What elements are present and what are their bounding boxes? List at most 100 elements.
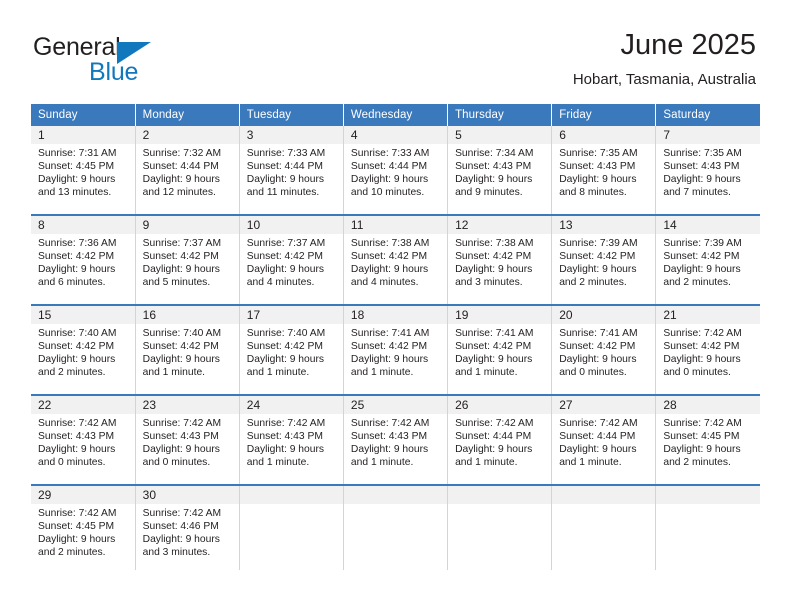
day-number: 5 [448,126,552,144]
daylight-text-line2: and 0 minutes. [559,366,627,378]
day-details: Sunrise: 7:40 AM Sunset: 4:42 PM Daylight:… [136,324,239,380]
sunrise-text: Sunrise: 7:42 AM [38,418,117,429]
day-cell[interactable]: 20 Sunrise: 7:41 AM Sunset: 4:42 PM Dayligh… [551,305,657,396]
day-cell[interactable]: 6 Sunrise: 7:35 AM Sunset: 4:43 PM Daylight… [551,126,657,216]
sunrise-text: Sunrise: 7:42 AM [350,418,430,429]
daylight-text-line1: Daylight: 9 hours [246,443,325,455]
daylight-text-line1: Daylight: 9 hours [559,173,637,185]
day-details: Sunrise: 7:39 AM Sunset: 4:42 PM Daylight:… [552,234,655,290]
sunrise-text: Sunrise: 7:40 AM [246,328,326,339]
sunset-text: Sunset: 4:42 PM [455,340,532,352]
day-cell[interactable]: 28 Sunrise: 7:42 AM Sunset: 4:45 PM Dayligh… [655,395,760,486]
day-number: 30 [135,486,239,504]
week-row: 1 Sunrise: 7:31 AM Sunset: 4:45 PM Daylight… [31,126,760,216]
day-details: Sunrise: 7:33 AM Sunset: 4:44 PM Daylight:… [240,144,343,200]
day-cell[interactable]: 23 Sunrise: 7:42 AM Sunset: 4:43 PM Dayligh… [135,395,240,486]
sunrise-text: Sunrise: 7:34 AM [455,148,534,159]
week-row: 8 Sunrise: 7:36 AM Sunset: 4:42 PM Daylight… [31,215,760,306]
day-cell[interactable]: 11 Sunrise: 7:38 AM Sunset: 4:42 PM Dayligh… [343,215,449,306]
day-cell[interactable]: 30 Sunrise: 7:42 AM Sunset: 4:46 PM Dayligh… [135,485,240,570]
day-cell[interactable]: 1 Sunrise: 7:31 AM Sunset: 4:45 PM Daylight… [31,126,136,216]
day-cell[interactable]: 24 Sunrise: 7:42 AM Sunset: 4:43 PM Dayligh… [239,395,344,486]
day-details [656,504,760,508]
day-details: Sunrise: 7:39 AM Sunset: 4:42 PM Daylight:… [656,234,760,290]
day-details: Sunrise: 7:38 AM Sunset: 4:42 PM Daylight:… [344,234,447,290]
day-number: 16 [135,306,239,324]
sunrise-text: Sunrise: 7:42 AM [246,418,326,429]
daylight-text-line2: and 4 minutes. [246,276,315,288]
sunset-text: Sunset: 4:45 PM [663,430,740,442]
day-cell[interactable]: 14 Sunrise: 7:39 AM Sunset: 4:42 PM Dayligh… [655,215,760,306]
calendar-page: General Blue June 2025 Hobart, Tasmania,… [0,0,792,612]
day-cell[interactable]: 7 Sunrise: 7:35 AM Sunset: 4:43 PM Daylight… [655,126,760,216]
day-details: Sunrise: 7:42 AM Sunset: 4:45 PM Daylight:… [31,504,135,560]
day-details: Sunrise: 7:35 AM Sunset: 4:43 PM Daylight:… [552,144,655,200]
sunrise-text: Sunrise: 7:41 AM [559,328,638,339]
day-cell[interactable]: 26 Sunrise: 7:42 AM Sunset: 4:44 PM Dayligh… [447,395,553,486]
daylight-text-line2: and 2 minutes. [38,546,106,558]
day-details: Sunrise: 7:37 AM Sunset: 4:42 PM Daylight:… [240,234,343,290]
day-cell[interactable]: 12 Sunrise: 7:38 AM Sunset: 4:42 PM Dayligh… [447,215,553,306]
day-number: 25 [343,396,448,414]
day-details: Sunrise: 7:37 AM Sunset: 4:42 PM Daylight:… [136,234,239,290]
day-number: 2 [135,126,239,144]
day-number [343,486,448,504]
daylight-text-line1: Daylight: 9 hours [455,443,533,455]
daylight-text-line1: Daylight: 9 hours [350,263,429,275]
sunset-text: Sunset: 4:43 PM [559,160,636,172]
day-details: Sunrise: 7:32 AM Sunset: 4:44 PM Daylight:… [136,144,239,200]
day-cell[interactable]: 5 Sunrise: 7:34 AM Sunset: 4:43 PM Daylight… [447,126,553,216]
daylight-text-line1: Daylight: 9 hours [38,533,116,545]
day-cell[interactable]: 15 Sunrise: 7:40 AM Sunset: 4:42 PM Dayligh… [31,305,136,396]
day-details: Sunrise: 7:42 AM Sunset: 4:44 PM Daylight:… [448,414,551,470]
day-details: Sunrise: 7:41 AM Sunset: 4:42 PM Daylight:… [552,324,655,380]
sunset-text: Sunset: 4:44 PM [246,160,323,172]
daylight-text-line1: Daylight: 9 hours [142,353,220,365]
daylight-text-line1: Daylight: 9 hours [246,263,325,275]
day-cell[interactable]: 29 Sunrise: 7:42 AM Sunset: 4:45 PM Dayligh… [31,485,136,570]
page-subtitle: Hobart, Tasmania, Australia [572,71,756,88]
day-details: Sunrise: 7:38 AM Sunset: 4:42 PM Daylight:… [448,234,551,290]
day-number: 6 [552,126,656,144]
daylight-text-line1: Daylight: 9 hours [38,353,116,365]
sunrise-text: Sunrise: 7:42 AM [663,328,742,339]
day-cell[interactable]: 9 Sunrise: 7:37 AM Sunset: 4:42 PM Daylight… [135,215,240,306]
day-cell[interactable]: 17 Sunrise: 7:40 AM Sunset: 4:42 PM Dayligh… [239,305,344,396]
day-cell[interactable]: 3 Sunrise: 7:33 AM Sunset: 4:44 PM Daylight… [239,126,344,216]
day-details [448,504,551,508]
sunset-text: Sunset: 4:42 PM [246,250,323,262]
day-cell[interactable]: 18 Sunrise: 7:41 AM Sunset: 4:42 PM Dayligh… [343,305,449,396]
daylight-text-line2: and 7 minutes. [663,186,731,198]
daylight-text-line2: and 2 minutes. [38,366,106,378]
day-cell[interactable]: 10 Sunrise: 7:37 AM Sunset: 4:42 PM Dayligh… [239,215,344,306]
day-number: 22 [31,396,135,414]
daylight-text-line2: and 2 minutes. [663,276,731,288]
daylight-text-line2: and 1 minute. [246,366,310,378]
day-cell[interactable]: 21 Sunrise: 7:42 AM Sunset: 4:42 PM Dayligh… [655,305,760,396]
sunrise-text: Sunrise: 7:37 AM [246,238,326,249]
daylight-text-line2: and 12 minutes. [142,186,216,198]
sunrise-text: Sunrise: 7:42 AM [559,418,638,429]
day-cell[interactable]: 19 Sunrise: 7:41 AM Sunset: 4:42 PM Dayligh… [447,305,553,396]
day-cell-empty [343,485,449,570]
sunrise-text: Sunrise: 7:35 AM [663,148,742,159]
daylight-text-line2: and 2 minutes. [559,276,627,288]
daylight-text-line1: Daylight: 9 hours [142,443,220,455]
day-cell[interactable]: 8 Sunrise: 7:36 AM Sunset: 4:42 PM Daylight… [31,215,136,306]
day-cell[interactable]: 4 Sunrise: 7:33 AM Sunset: 4:44 PM Daylight… [343,126,449,216]
sunrise-text: Sunrise: 7:42 AM [142,508,222,519]
day-cell[interactable]: 2 Sunrise: 7:32 AM Sunset: 4:44 PM Daylight… [135,126,240,216]
day-cell-empty [447,485,553,570]
day-cell[interactable]: 22 Sunrise: 7:42 AM Sunset: 4:43 PM Dayligh… [31,395,136,486]
sunrise-text: Sunrise: 7:42 AM [455,418,534,429]
day-number: 20 [552,306,656,324]
day-number: 13 [552,216,656,234]
day-cell[interactable]: 25 Sunrise: 7:42 AM Sunset: 4:43 PM Dayligh… [343,395,449,486]
day-details: Sunrise: 7:41 AM Sunset: 4:42 PM Daylight:… [344,324,447,380]
sunrise-text: Sunrise: 7:37 AM [142,238,222,249]
day-cell[interactable]: 13 Sunrise: 7:39 AM Sunset: 4:42 PM Dayligh… [551,215,657,306]
day-cell[interactable]: 16 Sunrise: 7:40 AM Sunset: 4:42 PM Dayligh… [135,305,240,396]
weekday-header-tuesday: Tuesday [239,104,344,126]
sunset-text: Sunset: 4:42 PM [350,340,428,352]
day-cell[interactable]: 27 Sunrise: 7:42 AM Sunset: 4:44 PM Dayligh… [551,395,657,486]
